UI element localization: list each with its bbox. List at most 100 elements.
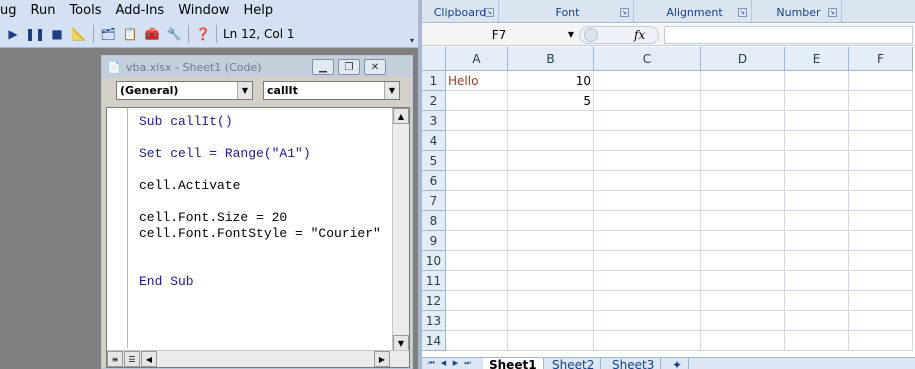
- cell-c7[interactable]: [594, 191, 701, 211]
- cell-b11[interactable]: [508, 271, 594, 291]
- cell-d13[interactable]: [701, 311, 785, 331]
- code-line[interactable]: Set cell = Range("A1"): [139, 146, 381, 162]
- toolbox-icon[interactable]: 🔧: [163, 23, 185, 45]
- column-header[interactable]: A: [446, 47, 508, 71]
- row-header[interactable]: 4: [422, 131, 446, 151]
- code-window-titlebar[interactable]: 📄 vba.xlsx - Sheet1 (Code) ▁ ❐ ✕: [102, 56, 412, 78]
- cell-f6[interactable]: [849, 171, 913, 191]
- code-margin[interactable]: [107, 108, 128, 348]
- menu-help[interactable]: Help: [236, 0, 280, 21]
- last-sheet-icon[interactable]: ⏭: [462, 359, 473, 369]
- cell-d7[interactable]: [701, 191, 785, 211]
- cell-c5[interactable]: [594, 151, 701, 171]
- cell-e3[interactable]: [785, 111, 849, 131]
- code-line[interactable]: Sub callIt(): [139, 114, 381, 130]
- reset-icon[interactable]: ■: [46, 23, 68, 45]
- cell-d8[interactable]: [701, 211, 785, 231]
- cell-b5[interactable]: [508, 151, 594, 171]
- cell-b3[interactable]: [508, 111, 594, 131]
- ribbon-group-clipboard[interactable]: Clipboard ↘: [422, 0, 499, 22]
- full-module-view-icon[interactable]: ☰: [124, 351, 140, 367]
- cell-d5[interactable]: [701, 151, 785, 171]
- cell-a10[interactable]: [446, 251, 508, 271]
- dialog-launcher-icon[interactable]: ↘: [828, 8, 837, 17]
- cell-a14[interactable]: [446, 331, 508, 351]
- cell-c14[interactable]: [594, 331, 701, 351]
- cell-e12[interactable]: [785, 291, 849, 311]
- dialog-launcher-icon[interactable]: ↘: [738, 8, 747, 17]
- worksheet-grid[interactable]: A B C D E F 1 Hello 10 2 5 3 4 5 6 7 8 9 10 11 12 13 14: [422, 47, 915, 357]
- row-header[interactable]: 10: [422, 251, 446, 271]
- cell-f11[interactable]: [849, 271, 913, 291]
- prev-sheet-icon[interactable]: ◀: [438, 359, 449, 369]
- menu-window[interactable]: Window: [171, 0, 236, 21]
- horizontal-scrollbar[interactable]: ≡ ☰ ◀ ▶: [107, 350, 409, 367]
- cell-b10[interactable]: [508, 251, 594, 271]
- cell-a13[interactable]: [446, 311, 508, 331]
- cell-e1[interactable]: [785, 71, 849, 91]
- code-line[interactable]: [139, 130, 381, 146]
- cell-f5[interactable]: [849, 151, 913, 171]
- row-header[interactable]: 12: [422, 291, 446, 311]
- row-header[interactable]: 2: [422, 91, 446, 111]
- cell-c2[interactable]: [594, 91, 701, 111]
- row-header[interactable]: 9: [422, 231, 446, 251]
- procedure-combo[interactable]: callIt ▼: [263, 81, 400, 100]
- insert-sheet-icon[interactable]: ✦: [666, 358, 690, 369]
- cell-e6[interactable]: [785, 171, 849, 191]
- code-text[interactable]: Sub callIt() Set cell = Range("A1") cell.A…: [139, 114, 381, 290]
- cell-a11[interactable]: [446, 271, 508, 291]
- cell-b8[interactable]: [508, 211, 594, 231]
- cell-b12[interactable]: [508, 291, 594, 311]
- cell-b9[interactable]: [508, 231, 594, 251]
- row-header[interactable]: 7: [422, 191, 446, 211]
- cell-d1[interactable]: [701, 71, 785, 91]
- ribbon-group-number[interactable]: Number ↘: [756, 0, 842, 22]
- code-line[interactable]: cell.Activate: [139, 178, 381, 194]
- scroll-right-icon[interactable]: ▶: [374, 351, 390, 367]
- cell-d10[interactable]: [701, 251, 785, 271]
- cell-e10[interactable]: [785, 251, 849, 271]
- scroll-left-icon[interactable]: ◀: [141, 351, 157, 367]
- cell-c10[interactable]: [594, 251, 701, 271]
- cell-f13[interactable]: [849, 311, 913, 331]
- chevron-down-icon[interactable]: ▼: [384, 82, 399, 99]
- cell-b2[interactable]: 5: [508, 91, 594, 111]
- cell-f2[interactable]: [849, 91, 913, 111]
- cell-a6[interactable]: [446, 171, 508, 191]
- cell-c13[interactable]: [594, 311, 701, 331]
- cell-e7[interactable]: [785, 191, 849, 211]
- code-line[interactable]: [139, 242, 381, 258]
- cell-a9[interactable]: [446, 231, 508, 251]
- menu-tools[interactable]: Tools: [62, 0, 108, 21]
- cell-b14[interactable]: [508, 331, 594, 351]
- tab-sheet2[interactable]: Sheet2: [546, 358, 602, 369]
- cell-f12[interactable]: [849, 291, 913, 311]
- cell-b4[interactable]: [508, 131, 594, 151]
- menu-add-ins[interactable]: Add-Ins: [108, 0, 171, 21]
- formula-bar-resize-icon[interactable]: [584, 28, 598, 42]
- cell-a1[interactable]: Hello: [446, 71, 508, 91]
- cell-a12[interactable]: [446, 291, 508, 311]
- cell-f1[interactable]: [849, 71, 913, 91]
- row-header[interactable]: 6: [422, 171, 446, 191]
- code-line[interactable]: [139, 162, 381, 178]
- select-all-corner[interactable]: [422, 47, 446, 71]
- code-line[interactable]: [139, 194, 381, 210]
- code-editor[interactable]: Sub callIt() Set cell = Range("A1") cell.A…: [106, 107, 410, 368]
- column-header[interactable]: D: [701, 47, 785, 71]
- menu-debug[interactable]: ug: [0, 0, 24, 21]
- cell-c12[interactable]: [594, 291, 701, 311]
- cell-c6[interactable]: [594, 171, 701, 191]
- ribbon-group-font[interactable]: Font ↘: [502, 0, 634, 22]
- project-explorer-icon[interactable]: 🗂: [97, 23, 119, 45]
- column-header[interactable]: F: [849, 47, 913, 71]
- dialog-launcher-icon[interactable]: ↘: [620, 8, 629, 17]
- cell-b13[interactable]: [508, 311, 594, 331]
- cell-d12[interactable]: [701, 291, 785, 311]
- column-header[interactable]: E: [785, 47, 849, 71]
- column-header[interactable]: C: [594, 47, 701, 71]
- design-mode-icon[interactable]: 📐: [68, 23, 90, 45]
- scroll-up-icon[interactable]: ▲: [393, 108, 409, 124]
- toolbar-overflow-icon[interactable]: ▾: [410, 36, 414, 45]
